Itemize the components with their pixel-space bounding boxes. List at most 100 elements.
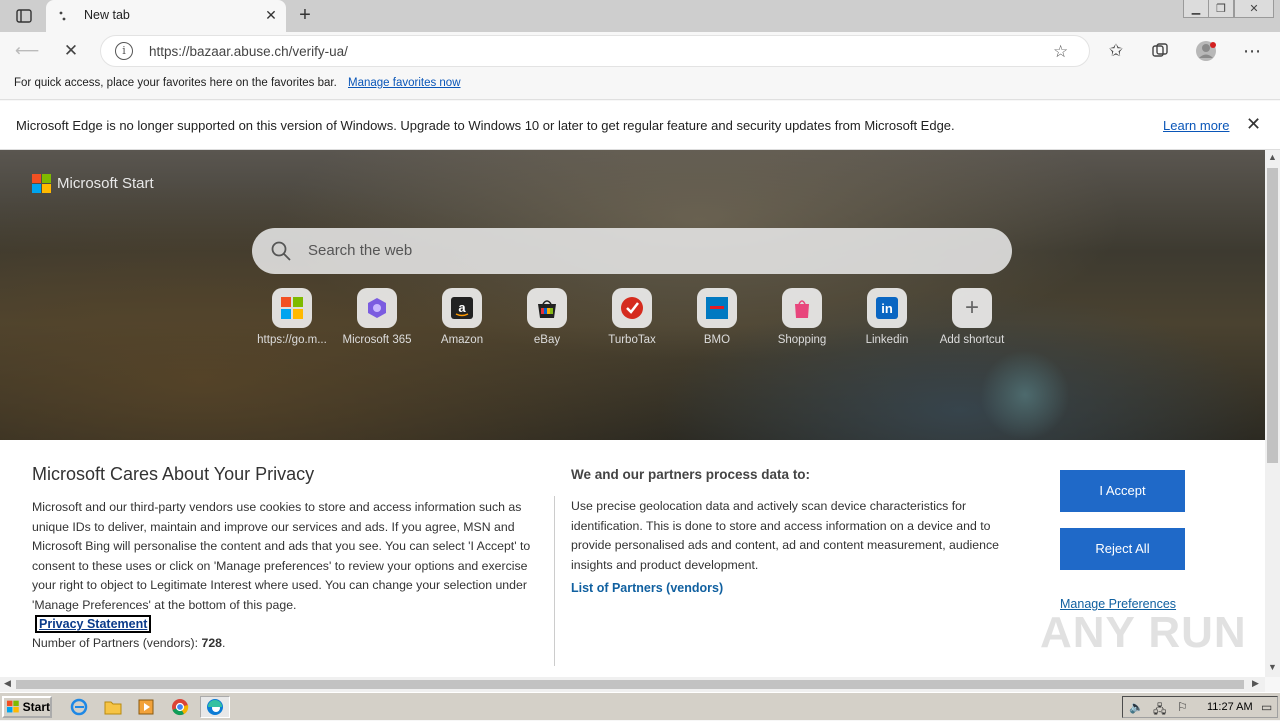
shortcut-label: Linkedin [865, 334, 909, 346]
internet-explorer-icon[interactable] [68, 697, 90, 717]
search-placeholder: Search the web [308, 242, 413, 259]
horizontal-scrollbar[interactable]: ◀ ▶ [0, 677, 1265, 692]
unsupported-os-infobar: Microsoft Edge is no longer supported on… [0, 101, 1280, 150]
favorites-bar: For quick access, place your favorites h… [0, 70, 1280, 100]
stop-loading-icon[interactable]: ✕ [56, 36, 86, 66]
partners-suffix: . [222, 636, 226, 650]
start-button[interactable]: Start [2, 696, 52, 718]
partners-label: Number of Partners (vendors): [32, 636, 199, 650]
purposes-heading: We and our partners process data to: [571, 467, 811, 482]
edge-taskbar-icon[interactable] [200, 696, 230, 718]
svg-text:in: in [881, 301, 893, 316]
shortcut-label: Microsoft 365 [342, 334, 412, 346]
plus-icon: + [952, 288, 992, 328]
shortcut-ebay[interactable]: eBay [507, 288, 587, 348]
clock[interactable]: 11:27 AM [1207, 701, 1253, 713]
shortcut-amazon[interactable]: a Amazon [422, 288, 502, 348]
volume-icon[interactable]: 🔈 [1129, 700, 1145, 714]
learn-more-link[interactable]: Learn more [1163, 118, 1229, 133]
shortcut-label: Amazon [440, 334, 484, 346]
microsoft-start-logo[interactable]: Microsoft Start [32, 174, 154, 193]
privacy-consent-panel: Microsoft Cares About Your Privacy Micro… [0, 440, 1265, 677]
tab-actions-icon[interactable] [8, 4, 40, 28]
background-image: Microsoft Start Search the web https://g… [0, 150, 1265, 440]
microsoft-logo-icon [32, 174, 51, 193]
shortcut-bmo[interactable]: BMO [677, 288, 757, 348]
new-tab-page: Microsoft Start Search the web https://g… [0, 150, 1265, 677]
tab-new-tab[interactable]: New tab ✕ [46, 0, 286, 32]
scroll-down-icon[interactable]: ▼ [1268, 662, 1277, 672]
more-options-icon[interactable]: ⋯ [1237, 36, 1267, 66]
scroll-right-icon[interactable]: ▶ [1252, 678, 1259, 689]
shortcut-go-microsoft[interactable]: https://go.m... [252, 288, 332, 348]
add-favorite-icon[interactable]: ☆ [1053, 42, 1068, 62]
scroll-up-icon[interactable]: ▲ [1268, 152, 1277, 162]
taskbar: Start 🔈 🖧 ⚐ 11:27 AM ▭ [0, 692, 1280, 720]
brand-label: Microsoft Start [57, 175, 154, 192]
address-bar[interactable]: i https://bazaar.abuse.ch/verify-ua/ ☆ [100, 35, 1090, 67]
ebay-icon [527, 288, 567, 328]
purposes-body: Use precise geolocation data and activel… [571, 499, 999, 572]
vertical-scroll-thumb[interactable] [1267, 168, 1278, 463]
url-text[interactable]: https://bazaar.abuse.ch/verify-ua/ [149, 44, 348, 59]
manage-favorites-link[interactable]: Manage favorites now [348, 77, 461, 89]
bmo-icon [697, 288, 737, 328]
favorites-bar-hint: For quick access, place your favorites h… [14, 77, 337, 89]
chrome-icon[interactable] [169, 697, 191, 717]
file-explorer-icon[interactable] [102, 697, 124, 717]
loading-spinner-icon [59, 11, 66, 21]
scroll-left-icon[interactable]: ◀ [4, 678, 11, 689]
title-bar: New tab ✕ + ▁ ❐ ✕ [0, 0, 1280, 32]
media-player-icon[interactable] [135, 697, 157, 717]
shortcut-label: BMO [703, 334, 731, 346]
horizontal-scroll-thumb[interactable] [16, 680, 1244, 689]
linkedin-icon: in [867, 288, 907, 328]
collections-icon[interactable] [1145, 36, 1175, 66]
infobar-message: Microsoft Edge is no longer supported on… [16, 118, 955, 133]
shortcut-label: https://go.m... [257, 334, 327, 346]
new-tab-button[interactable]: + [292, 4, 318, 28]
vertical-scrollbar[interactable]: ▲ ▼ [1265, 150, 1280, 677]
site-info-icon[interactable]: i [115, 42, 133, 60]
favorites-icon[interactable]: ✩ [1101, 36, 1131, 66]
shortcut-label: Shopping [777, 334, 827, 346]
partners-count: Number of Partners (vendors): 728. [32, 636, 225, 650]
privacy-body: Microsoft and our third-party vendors us… [32, 500, 531, 612]
m365-icon [357, 288, 397, 328]
network-icon[interactable]: 🖧 [1153, 700, 1169, 716]
list-of-partners-link[interactable]: List of Partners (vendors) [571, 581, 723, 595]
turbotax-icon [612, 288, 652, 328]
toolbar: ⟵ ✕ i https://bazaar.abuse.ch/verify-ua/… [0, 32, 1280, 70]
system-tray: 🔈 🖧 ⚐ 11:27 AM ▭ [1122, 696, 1278, 718]
action-center-flag-icon[interactable]: ⚐ [1177, 700, 1193, 714]
shortcut-turbotax[interactable]: TurboTax [592, 288, 672, 348]
reject-all-button[interactable]: Reject All [1060, 528, 1185, 570]
anyrun-watermark: ANY RUN [1040, 608, 1247, 657]
column-divider [554, 496, 555, 666]
infobar-close-icon[interactable]: ✕ [1246, 114, 1261, 135]
profile-avatar-icon[interactable] [1191, 36, 1221, 66]
web-search-box[interactable]: Search the web [252, 228, 1012, 274]
window-close-button[interactable]: ✕ [1234, 0, 1274, 18]
amazon-icon: a [442, 288, 482, 328]
restore-button[interactable]: ❐ [1208, 0, 1234, 18]
tab-title: New tab [84, 8, 130, 22]
privacy-statement-link[interactable]: Privacy Statement [35, 615, 152, 633]
minimize-button[interactable]: ▁ [1183, 0, 1209, 18]
svg-text:a: a [458, 300, 466, 315]
shortcut-linkedin[interactable]: in Linkedin [847, 288, 927, 348]
shortcut-microsoft-365[interactable]: Microsoft 365 [337, 288, 417, 348]
tab-close-icon[interactable]: ✕ [262, 6, 280, 24]
shortcut-label: Add shortcut [939, 334, 1005, 346]
add-shortcut-button[interactable]: + Add shortcut [932, 288, 1012, 348]
microsoft-icon [272, 288, 312, 328]
shortcut-label: eBay [533, 334, 561, 346]
accept-button[interactable]: I Accept [1060, 470, 1185, 512]
shopping-icon [782, 288, 822, 328]
windows-logo-icon [7, 700, 19, 713]
back-arrow-icon[interactable]: ⟵ [12, 36, 42, 66]
show-desktop-icon[interactable]: ▭ [1261, 700, 1277, 714]
shortcut-shopping[interactable]: Shopping [762, 288, 842, 348]
privacy-title: Microsoft Cares About Your Privacy [32, 464, 315, 484]
start-label: Start [22, 700, 50, 714]
